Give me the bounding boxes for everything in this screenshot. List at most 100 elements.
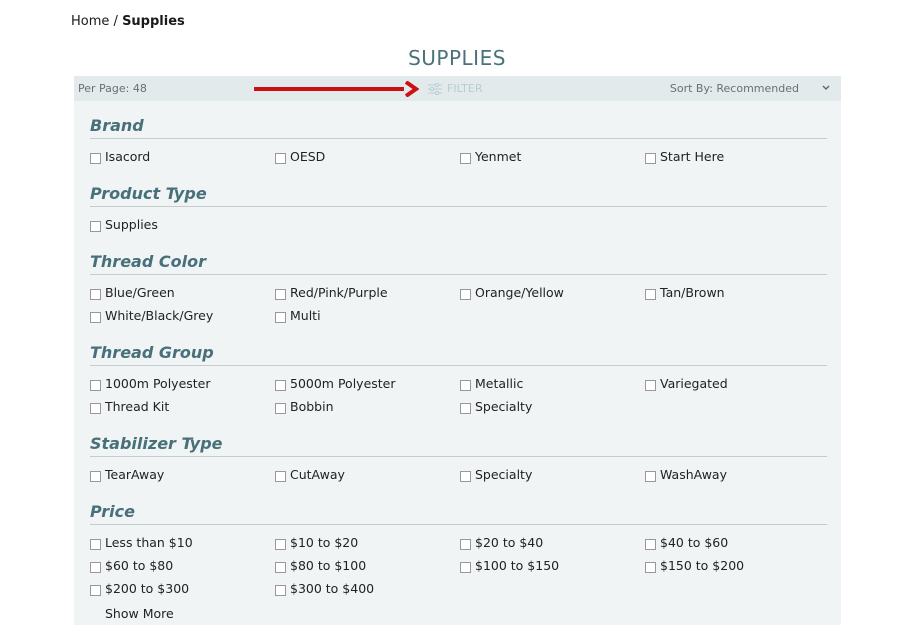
- checkbox[interactable]: [275, 152, 286, 164]
- filter-option[interactable]: Metallic: [460, 375, 645, 392]
- show-more-link[interactable]: Show More: [105, 606, 174, 621]
- filter-option[interactable]: $20 to $40: [460, 534, 645, 551]
- filter-option[interactable]: $200 to $300: [90, 580, 275, 597]
- filter-option[interactable]: CutAway: [275, 466, 460, 483]
- filter-option[interactable]: $80 to $100: [275, 557, 460, 574]
- checkbox[interactable]: [460, 561, 471, 573]
- checkbox[interactable]: [460, 152, 471, 164]
- checkbox[interactable]: [645, 379, 656, 391]
- checkbox[interactable]: [90, 152, 101, 164]
- option-list: Blue/Green Red/Pink/Purple Orange/Yellow Ta…: [90, 284, 827, 324]
- option-list: 1000m Polyester 5000m Polyester Metallic Va…: [90, 375, 827, 415]
- checkbox[interactable]: [90, 288, 101, 300]
- filter-option[interactable]: Yenmet: [460, 148, 645, 165]
- filter-option[interactable]: 5000m Polyester: [275, 375, 460, 392]
- filter-option[interactable]: WashAway: [645, 466, 830, 483]
- checkbox[interactable]: [90, 220, 101, 232]
- filter-option[interactable]: Less than $10: [90, 534, 275, 551]
- chevron-down-icon[interactable]: [821, 81, 831, 93]
- checkbox[interactable]: [275, 311, 286, 323]
- per-page-select[interactable]: Per Page: 48: [78, 82, 147, 95]
- filter-option[interactable]: $60 to $80: [90, 557, 275, 574]
- filter-option[interactable]: OESD: [275, 148, 460, 165]
- option-list: TearAway CutAway Specialty WashAway: [90, 466, 827, 483]
- checkbox[interactable]: [460, 379, 471, 391]
- filter-option[interactable]: $100 to $150: [460, 557, 645, 574]
- filter-option[interactable]: Isacord: [90, 148, 275, 165]
- option-label: $200 to $300: [105, 581, 190, 596]
- option-label: Specialty: [475, 467, 533, 482]
- filter-option[interactable]: $40 to $60: [645, 534, 830, 551]
- filter-option[interactable]: Specialty: [460, 398, 645, 415]
- checkbox[interactable]: [275, 538, 286, 550]
- checkbox[interactable]: [645, 470, 656, 482]
- filter-option[interactable]: Tan/Brown: [645, 284, 830, 301]
- checkbox[interactable]: [460, 402, 471, 414]
- option-label: Red/Pink/Purple: [290, 285, 388, 300]
- checkbox[interactable]: [90, 584, 101, 596]
- filter-option[interactable]: $150 to $200: [645, 557, 830, 574]
- filter-option[interactable]: White/Black/Grey: [90, 307, 275, 324]
- option-label: OESD: [290, 149, 326, 164]
- filter-option[interactable]: Orange/Yellow: [460, 284, 645, 301]
- checkbox[interactable]: [90, 379, 101, 391]
- filter-option[interactable]: Specialty: [460, 466, 645, 483]
- breadcrumb-separator: /: [113, 14, 118, 29]
- filter-option[interactable]: $10 to $20: [275, 534, 460, 551]
- filter-option[interactable]: Blue/Green: [90, 284, 275, 301]
- checkbox[interactable]: [645, 538, 656, 550]
- checkbox[interactable]: [645, 288, 656, 300]
- checkbox[interactable]: [90, 561, 101, 573]
- section-title: Brand: [90, 116, 144, 135]
- checkbox[interactable]: [460, 288, 471, 300]
- checkbox[interactable]: [275, 470, 286, 482]
- filter-option[interactable]: Bobbin: [275, 398, 460, 415]
- option-label: TearAway: [105, 467, 165, 482]
- filter-button[interactable]: FILTER: [428, 82, 483, 95]
- filter-section-thread-color: Thread Color Blue/Green Red/Pink/Purple Ora…: [90, 252, 827, 324]
- checkbox[interactable]: [90, 470, 101, 482]
- filter-label: FILTER: [447, 82, 483, 95]
- filter-option[interactable]: Variegated: [645, 375, 830, 392]
- filter-option[interactable]: Supplies: [90, 216, 275, 233]
- checkbox[interactable]: [645, 561, 656, 573]
- option-label: $150 to $200: [660, 558, 745, 573]
- filter-option[interactable]: Start Here: [645, 148, 830, 165]
- section-divider: [90, 274, 827, 275]
- checkbox[interactable]: [275, 288, 286, 300]
- option-label: Tan/Brown: [660, 285, 725, 300]
- annotation-arrow-icon: [254, 81, 419, 97]
- checkbox[interactable]: [275, 584, 286, 596]
- filter-option[interactable]: Red/Pink/Purple: [275, 284, 460, 301]
- section-divider: [90, 206, 827, 207]
- filter-section-stabilizer-type: Stabilizer Type TearAway CutAway Specialty W…: [90, 434, 827, 483]
- sliders-icon: [428, 82, 442, 95]
- option-label: $80 to $100: [290, 558, 367, 573]
- breadcrumb-home[interactable]: Home: [71, 14, 109, 29]
- checkbox[interactable]: [460, 538, 471, 550]
- checkbox[interactable]: [275, 402, 286, 414]
- sort-select[interactable]: Sort By: Recommended: [670, 82, 799, 95]
- option-label: 5000m Polyester: [290, 376, 396, 391]
- filter-section-price: Price Less than $10 $10 to $20 $20 to $40 $4…: [90, 502, 827, 597]
- section-title: Product Type: [90, 184, 207, 203]
- filter-option[interactable]: $300 to $400: [275, 580, 460, 597]
- option-label: Less than $10: [105, 535, 193, 550]
- checkbox[interactable]: [90, 311, 101, 323]
- filter-section-product-type: Product Type Supplies: [90, 184, 827, 233]
- checkbox[interactable]: [90, 538, 101, 550]
- section-title: Thread Color: [90, 252, 206, 271]
- option-label: Specialty: [475, 399, 533, 414]
- option-label: $100 to $150: [475, 558, 560, 573]
- checkbox[interactable]: [275, 561, 286, 573]
- filter-option[interactable]: Thread Kit: [90, 398, 275, 415]
- checkbox[interactable]: [460, 470, 471, 482]
- filter-option[interactable]: 1000m Polyester: [90, 375, 275, 392]
- option-label: Multi: [290, 308, 321, 323]
- option-label: Variegated: [660, 376, 728, 391]
- checkbox[interactable]: [90, 402, 101, 414]
- checkbox[interactable]: [645, 152, 656, 164]
- checkbox[interactable]: [275, 379, 286, 391]
- filter-option[interactable]: TearAway: [90, 466, 275, 483]
- filter-option[interactable]: Multi: [275, 307, 460, 324]
